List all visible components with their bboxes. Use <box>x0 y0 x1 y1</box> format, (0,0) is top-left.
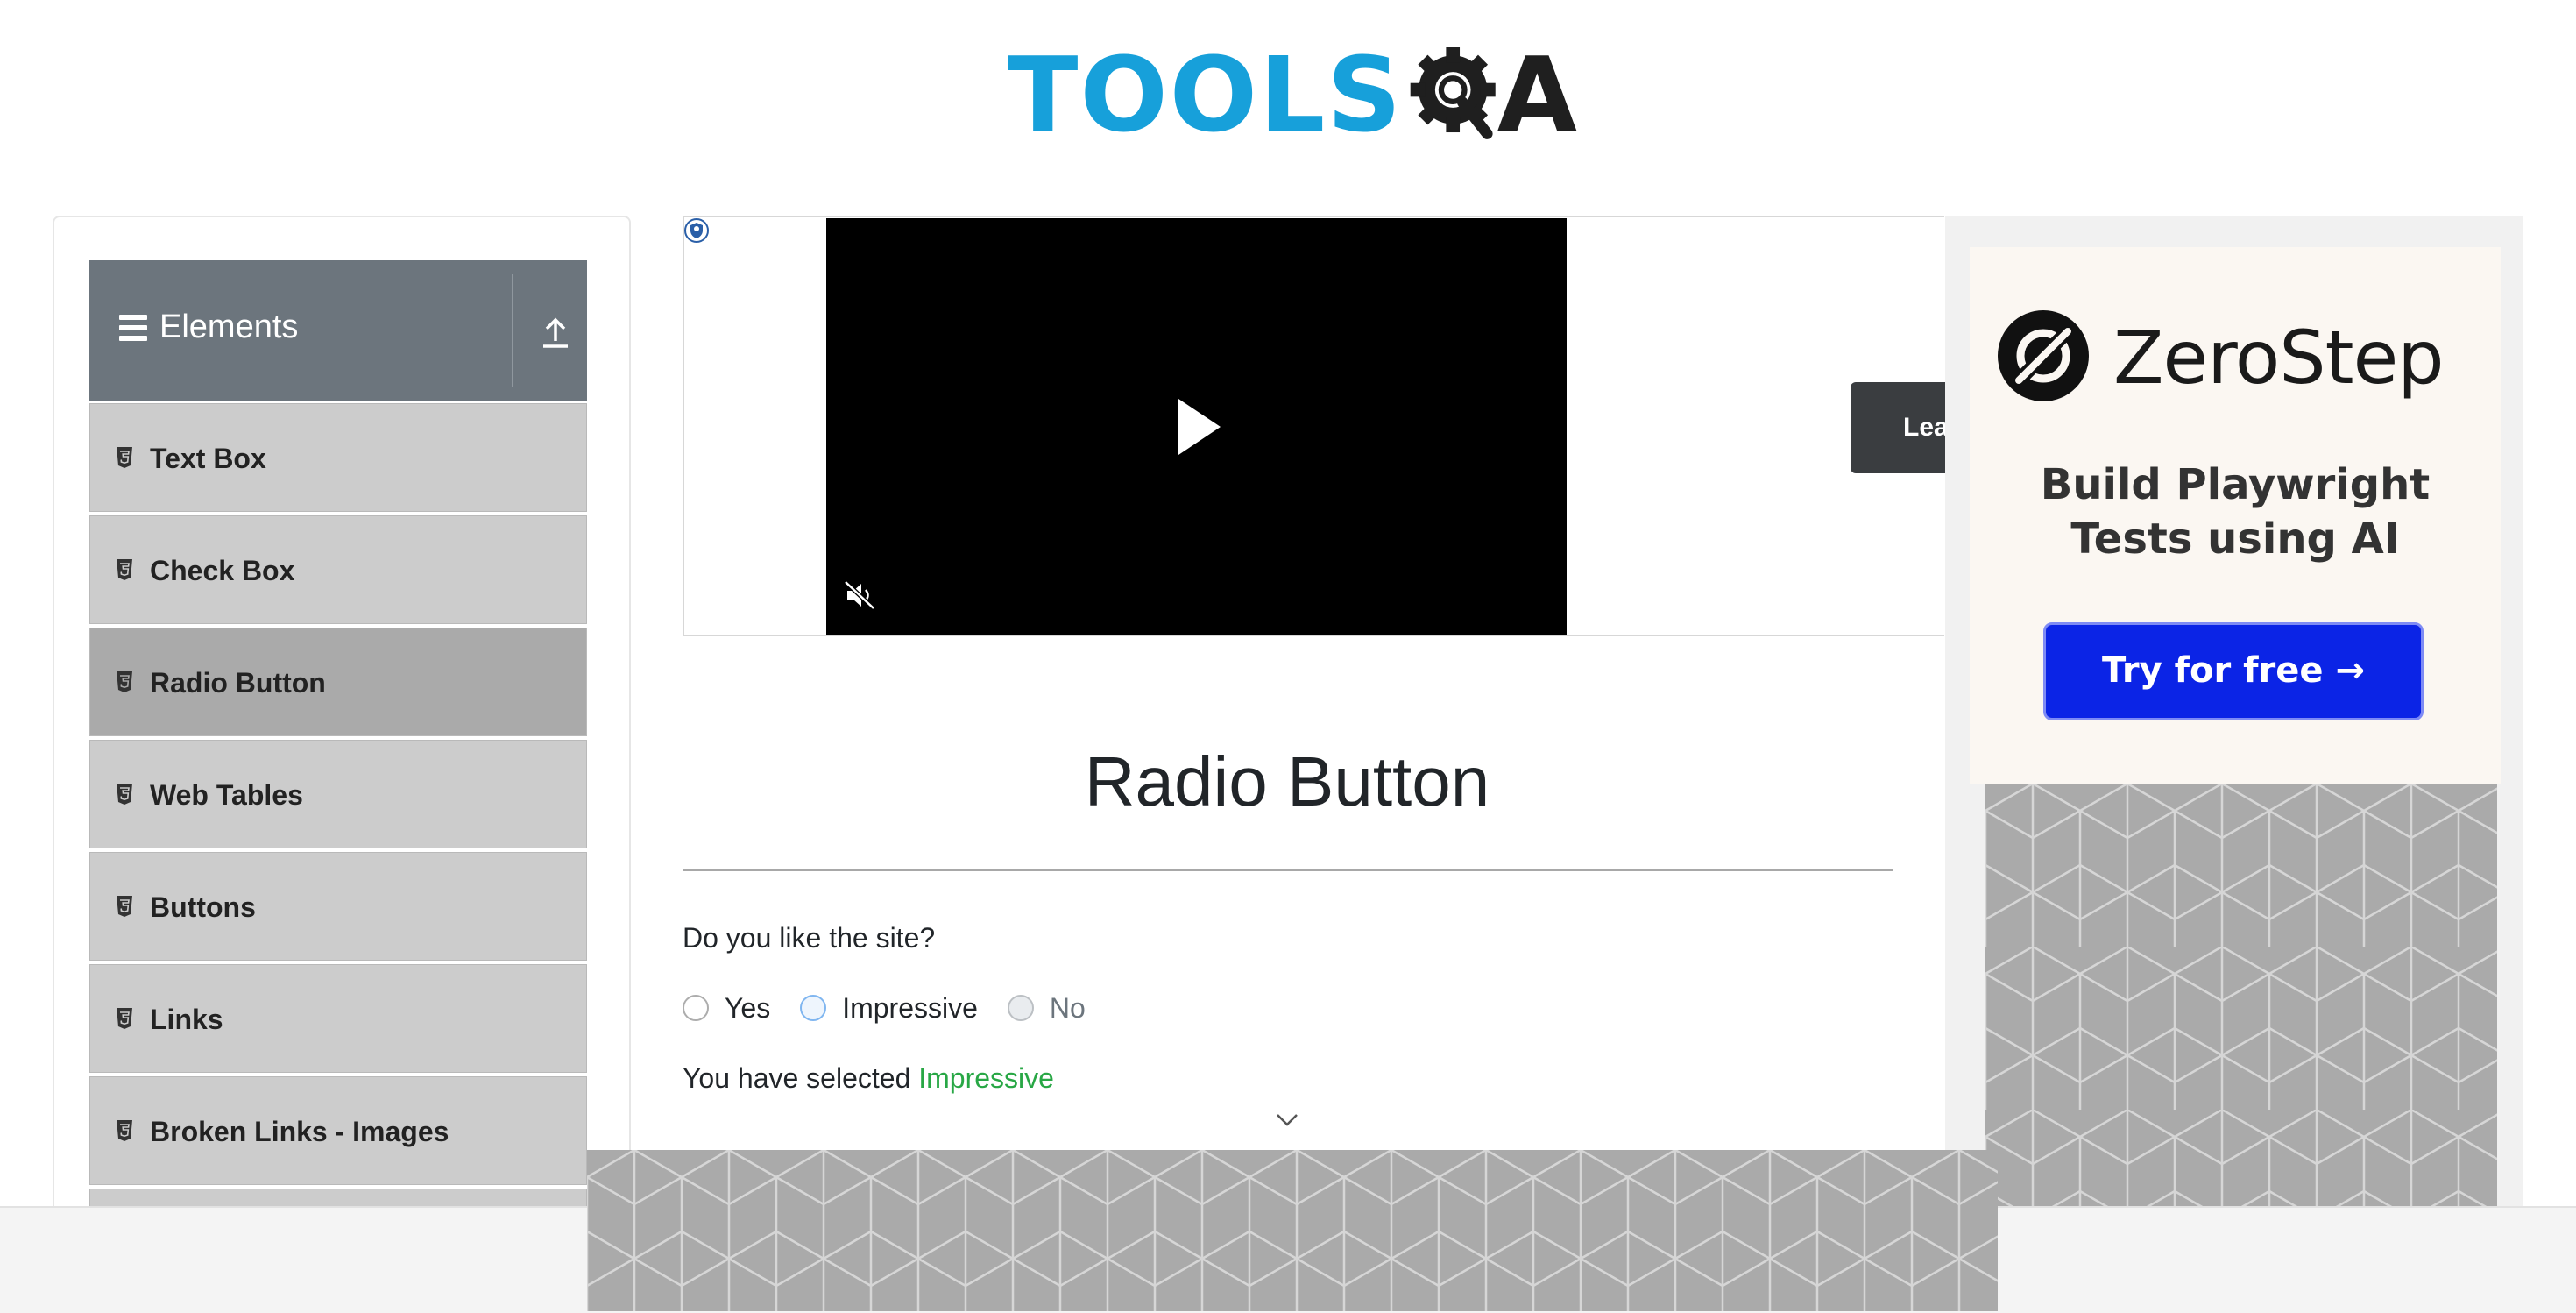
sidebar-menu: Text Box Check Box Radio Button Web Tabl… <box>89 403 587 1210</box>
radio-label-impressive[interactable]: Impressive <box>842 990 978 1026</box>
sidebar-item-broken-links-images[interactable]: Broken Links - Images <box>89 1076 587 1185</box>
sidebar-item-links[interactable]: Links <box>89 964 587 1073</box>
sidebar-item-buttons[interactable]: Buttons <box>89 852 587 961</box>
html5-icon <box>117 447 132 468</box>
html5-icon <box>117 1008 132 1029</box>
sidebar-item-label: Text Box <box>150 443 266 474</box>
sidebar-item-label: Buttons <box>150 891 256 923</box>
sidebar-group-title: Elements <box>159 309 299 345</box>
sidebar-item-label: Links <box>150 1004 223 1035</box>
muted-speaker-icon[interactable] <box>842 579 877 611</box>
radio-group: Yes Impressive No <box>683 990 1115 1026</box>
html5-icon <box>117 1120 132 1141</box>
hamburger-icon <box>119 315 147 341</box>
radio-option-impressive[interactable]: Impressive <box>800 990 978 1026</box>
page-title: Radio Button <box>1084 742 1490 820</box>
ad-pattern-placeholder <box>1985 784 2497 1206</box>
video-player[interactable] <box>826 218 1567 635</box>
header-divider <box>512 274 513 387</box>
sidebar-item-label: Radio Button <box>150 667 326 699</box>
radio-input-yes[interactable] <box>683 995 709 1021</box>
radio-input-impressive[interactable] <box>800 995 827 1021</box>
logo-text-a: A <box>1497 34 1577 155</box>
zerostep-brand: ZeroStep <box>2113 315 2445 401</box>
zerostep-ad[interactable]: ZeroStep Build Playwright Tests using AI… <box>1970 247 2501 784</box>
zerostep-logo-icon <box>1998 310 2089 401</box>
sidebar-group-header-elements[interactable]: Elements <box>89 260 587 401</box>
radio-option-no: No <box>1007 990 1086 1026</box>
result-value: Impressive <box>918 1062 1054 1094</box>
try-for-free-button[interactable]: Try for free → <box>2043 622 2424 720</box>
play-icon[interactable] <box>1178 399 1221 455</box>
gear-magnifier-logo-icon <box>1410 47 1497 139</box>
result-prefix: You have selected <box>683 1062 911 1094</box>
zerostep-tagline-line1: Build Playwright <box>2040 460 2431 509</box>
sidebar-item-radio-button[interactable]: Radio Button <box>89 628 587 736</box>
sidebar-item-web-tables[interactable]: Web Tables <box>89 740 587 848</box>
zerostep-tagline: Build Playwright Tests using AI <box>1970 458 2501 566</box>
radio-label-yes[interactable]: Yes <box>725 990 770 1026</box>
radio-input-no <box>1007 995 1034 1021</box>
upload-arrow-icon[interactable] <box>538 311 573 350</box>
title-divider <box>683 869 1893 871</box>
html5-icon <box>117 784 132 805</box>
sidebar-item-check-box[interactable]: Check Box <box>89 515 587 624</box>
html5-icon <box>117 671 132 692</box>
bottom-ad-placeholder <box>587 1150 1998 1311</box>
html5-icon <box>117 896 132 917</box>
adchoices-icon[interactable] <box>683 217 710 244</box>
sidebar-item-text-box[interactable]: Text Box <box>89 403 587 512</box>
sidebar-item-label: Broken Links - Images <box>150 1116 449 1147</box>
radio-option-yes[interactable]: Yes <box>683 990 770 1026</box>
radio-question: Do you like the site? <box>683 922 936 954</box>
sidebar-item-label: Check Box <box>150 555 295 586</box>
toolsqa-logo[interactable]: TOOLS A <box>1008 25 1577 165</box>
zerostep-tagline-line2: Tests using AI <box>2070 515 2400 564</box>
selection-result: You have selected Impressive <box>683 1061 1054 1096</box>
logo-text-tools: TOOLS <box>1008 34 1404 155</box>
radio-label-no: No <box>1049 992 1086 1024</box>
html5-icon <box>117 559 132 580</box>
sidebar-item-label: Web Tables <box>150 779 303 811</box>
chevron-down-icon[interactable] <box>1276 1113 1299 1127</box>
